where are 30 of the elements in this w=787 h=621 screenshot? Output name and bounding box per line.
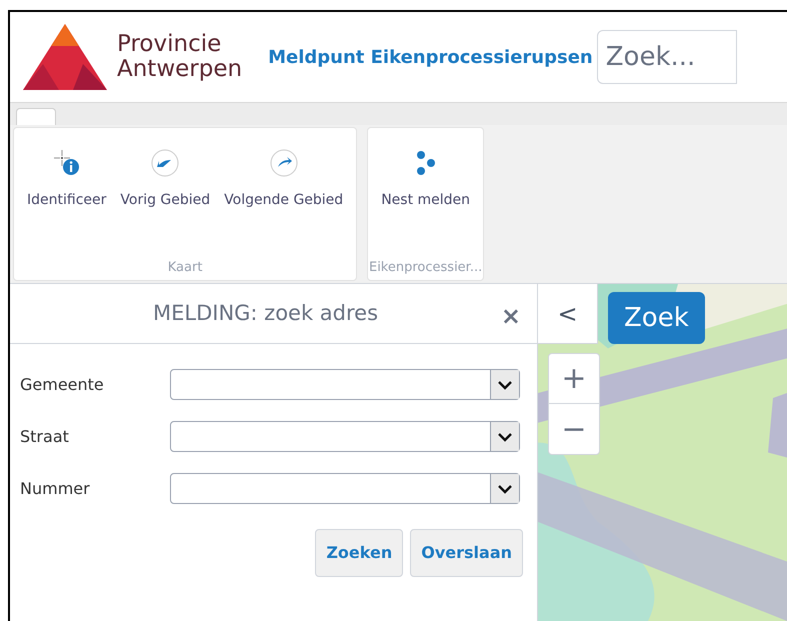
- ribbon-button[interactable]: Nest melden: [378, 148, 474, 228]
- ribbon-button[interactable]: Vorig Gebied: [117, 148, 214, 228]
- field-label: Gemeente: [20, 374, 105, 396]
- chevron-down-icon: [497, 484, 513, 494]
- search-button[interactable]: Zoek: [608, 292, 705, 344]
- dropdown-field[interactable]: [170, 473, 520, 504]
- collapse-button[interactable]: <: [538, 284, 598, 344]
- group-label: Kaart: [168, 258, 202, 276]
- close-button[interactable]: ×: [500, 298, 521, 334]
- field-label: Straat: [20, 426, 70, 448]
- logo-text: Provincie: [117, 32, 222, 57]
- action-button[interactable]: Overslaan: [410, 529, 523, 577]
- dropdown-field[interactable]: [170, 421, 520, 452]
- group-label: Eikenprocessier...: [368, 258, 482, 276]
- field-label: Nummer: [20, 478, 91, 500]
- ribbon-button[interactable]: Volgende Gebied: [221, 148, 346, 228]
- ribbon-tab[interactable]: [16, 108, 56, 125]
- dropdown-field[interactable]: [170, 369, 520, 400]
- panel-title: MELDING: zoek adres: [153, 300, 378, 327]
- app-title: Meldpunt Eikenprocessierupsen: [268, 46, 593, 70]
- zoom-in-button[interactable]: +: [549, 354, 599, 404]
- chevron-down-icon: [497, 432, 513, 442]
- zoom-out-button[interactable]: −: [549, 404, 599, 454]
- chevron-down-icon: [497, 380, 513, 390]
- logo-icon: [23, 24, 107, 90]
- ribbon-button[interactable]: Identificeer: [24, 148, 110, 228]
- action-button[interactable]: Zoeken: [315, 529, 404, 577]
- logo-text: Antwerpen: [117, 57, 242, 82]
- search-field[interactable]: Zoek...: [596, 30, 737, 84]
- identify-icon: [52, 148, 82, 178]
